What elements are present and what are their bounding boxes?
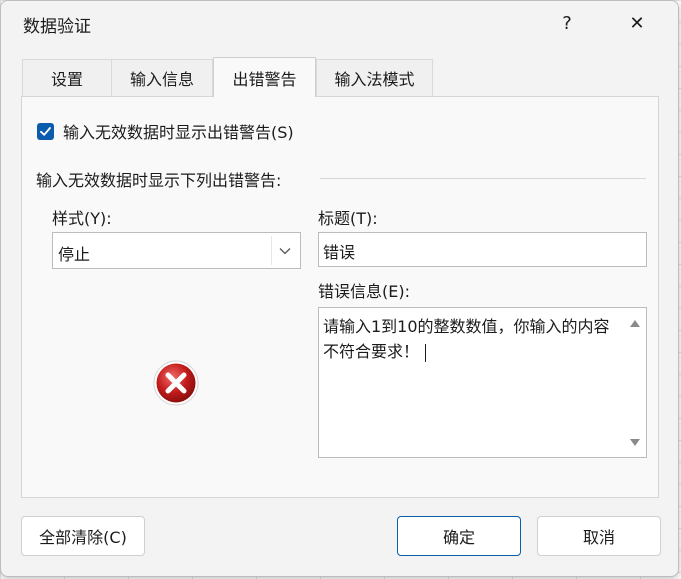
help-icon: ? xyxy=(562,12,572,34)
ok-button[interactable]: 确定 xyxy=(397,516,521,556)
error-message-value: 请输入1到10的整数数值，你输入的内容不符合要求！ xyxy=(323,317,610,361)
error-message-text: 请输入1到10的整数数值，你输入的内容不符合要求！ xyxy=(323,314,619,364)
ok-label: 确定 xyxy=(442,528,475,547)
scroll-down-button[interactable] xyxy=(624,431,646,453)
chevron-down-icon xyxy=(279,247,291,254)
message-label: 错误信息(E): xyxy=(318,282,410,301)
triangle-up-icon xyxy=(630,319,640,327)
tab-error-alert-label: 出错警告 xyxy=(232,69,297,89)
clear-all-button[interactable]: 全部清除(C) xyxy=(21,516,145,556)
tab-ime-mode[interactable]: 输入法模式 xyxy=(316,59,433,96)
message-scrollbar[interactable] xyxy=(624,308,646,457)
error-message-textarea[interactable]: 请输入1到10的整数数值，你输入的内容不符合要求！ xyxy=(318,307,647,458)
title-input[interactable]: 错误 xyxy=(318,232,647,267)
tab-ime-mode-label: 输入法模式 xyxy=(334,70,415,89)
scroll-up-button[interactable] xyxy=(624,312,646,334)
clear-all-label: 全部清除(C) xyxy=(39,528,127,547)
tab-input-message[interactable]: 输入信息 xyxy=(111,59,213,96)
show-error-alert-label: 输入无效数据时显示出错警告(S) xyxy=(63,123,294,142)
style-select-arrow[interactable] xyxy=(271,236,298,265)
close-button[interactable]: ✕ xyxy=(605,1,669,45)
data-validation-dialog: 数据验证 ? ✕ 设置 输入信息 出错警告 输入法模式 输入无效数据时显示出错警… xyxy=(0,0,679,577)
stop-error-icon xyxy=(153,360,199,406)
group-divider xyxy=(320,178,646,179)
title-label: 标题(T): xyxy=(318,209,378,228)
close-icon: ✕ xyxy=(629,12,645,34)
style-select[interactable]: 停止 xyxy=(52,232,301,269)
show-error-alert-row[interactable]: 输入无效数据时显示出错警告(S) xyxy=(37,119,294,143)
text-caret xyxy=(425,343,427,362)
title-bar: 数据验证 ? ✕ xyxy=(1,1,678,45)
tab-settings[interactable]: 设置 xyxy=(22,59,112,96)
tab-settings-label: 设置 xyxy=(50,70,83,89)
tab-error-alert[interactable]: 出错警告 xyxy=(213,57,316,97)
error-alert-panel: 输入无效数据时显示出错警告(S) 输入无效数据时显示下列出错警告: 样式(Y):… xyxy=(21,96,659,498)
tab-input-message-label: 输入信息 xyxy=(129,70,194,89)
triangle-down-icon xyxy=(630,438,640,446)
style-select-value: 停止 xyxy=(58,245,91,264)
checkmark-icon xyxy=(40,126,51,136)
group-label: 输入无效数据时显示下列出错警告: xyxy=(36,171,282,190)
show-error-alert-checkbox[interactable] xyxy=(37,122,54,140)
help-button[interactable]: ? xyxy=(535,1,599,45)
title-input-value: 错误 xyxy=(323,243,356,262)
cancel-button[interactable]: 取消 xyxy=(537,516,661,556)
cancel-label: 取消 xyxy=(582,528,615,547)
dialog-title: 数据验证 xyxy=(23,17,91,37)
style-label: 样式(Y): xyxy=(52,209,112,228)
